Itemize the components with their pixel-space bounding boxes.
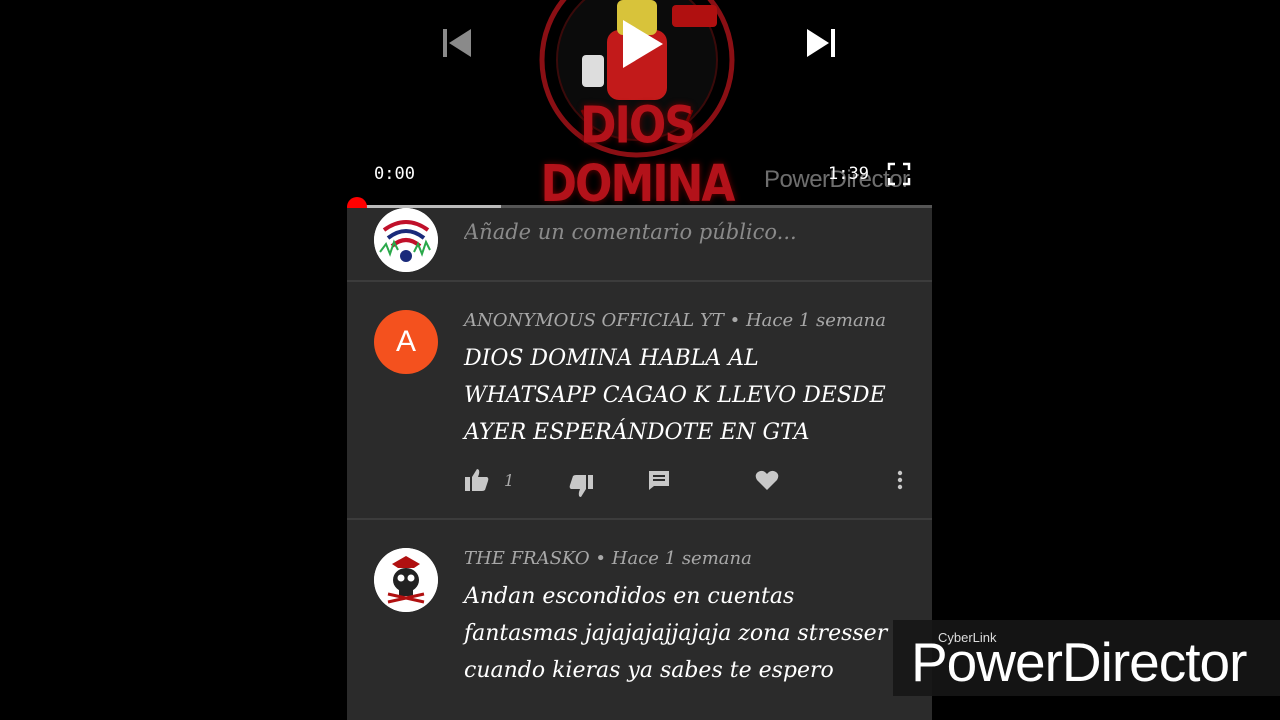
watermark-brand-large: PowerDirector [911, 631, 1247, 693]
powerdirector-watermark: CyberLink PowerDirector [893, 620, 1280, 696]
comment-text: Andan escondidos en cuentas fantasmas ja… [464, 584, 888, 683]
comment-item: THE FRASKO • Hace 1 semana Andan escondi… [347, 522, 932, 720]
skull-avatar-image [374, 548, 438, 612]
play-icon [623, 20, 663, 68]
thumbs-down-icon [569, 475, 593, 497]
comment-author[interactable]: ANONYMOUS OFFICIAL YT [464, 310, 724, 331]
previous-button[interactable] [440, 26, 474, 60]
comments-panel: A ANONYMOUS OFFICIAL YT • Hace 1 semana … [347, 208, 932, 720]
dislike-button[interactable] [568, 472, 594, 500]
video-player[interactable]: DIOS DOMINA PowerDirector 0:00 1:39 [347, 0, 932, 207]
meta-separator: • [729, 310, 741, 331]
comment-input[interactable] [464, 220, 904, 244]
comment-text: DIOS DOMINA HABLA AL WHATSAPP CAGAO K LL… [464, 346, 886, 445]
comment-meta: THE FRASKO • Hace 1 semana [464, 548, 752, 569]
comment-time: Hace 1 semana [611, 548, 752, 569]
next-button[interactable] [804, 26, 838, 60]
heart-icon [755, 470, 779, 490]
like-button[interactable]: 1 [464, 466, 514, 494]
skip-next-icon [807, 29, 835, 57]
fullscreen-button[interactable] [887, 162, 911, 186]
comment-author[interactable]: THE FRASKO [464, 548, 590, 569]
reply-button[interactable] [647, 466, 671, 494]
more-vert-icon [897, 470, 903, 490]
thumbs-up-icon [465, 469, 489, 491]
comment-meta: ANONYMOUS OFFICIAL YT • Hace 1 semana [464, 310, 886, 331]
more-options-button[interactable] [896, 466, 904, 494]
heart-button[interactable] [755, 466, 779, 494]
like-count: 1 [504, 470, 515, 490]
user-avatar[interactable] [374, 208, 438, 272]
current-time: 0:00 [374, 164, 415, 184]
comment-actions: 1 [464, 466, 914, 497]
fullscreen-icon [887, 162, 911, 186]
commenter-avatar[interactable] [374, 548, 438, 612]
user-avatar-image [374, 208, 438, 272]
meta-separator: • [595, 548, 607, 569]
comment-item: A ANONYMOUS OFFICIAL YT • Hace 1 semana … [347, 284, 932, 520]
add-comment-row [347, 208, 932, 282]
video-logo-text: DIOS DOMINA [540, 96, 736, 207]
commenter-avatar[interactable]: A [374, 310, 438, 374]
reply-icon [649, 471, 669, 490]
skip-previous-icon [443, 29, 471, 57]
comment-time: Hace 1 semana [745, 310, 887, 331]
play-button[interactable] [617, 16, 667, 72]
total-time: 1:39 [828, 164, 869, 184]
